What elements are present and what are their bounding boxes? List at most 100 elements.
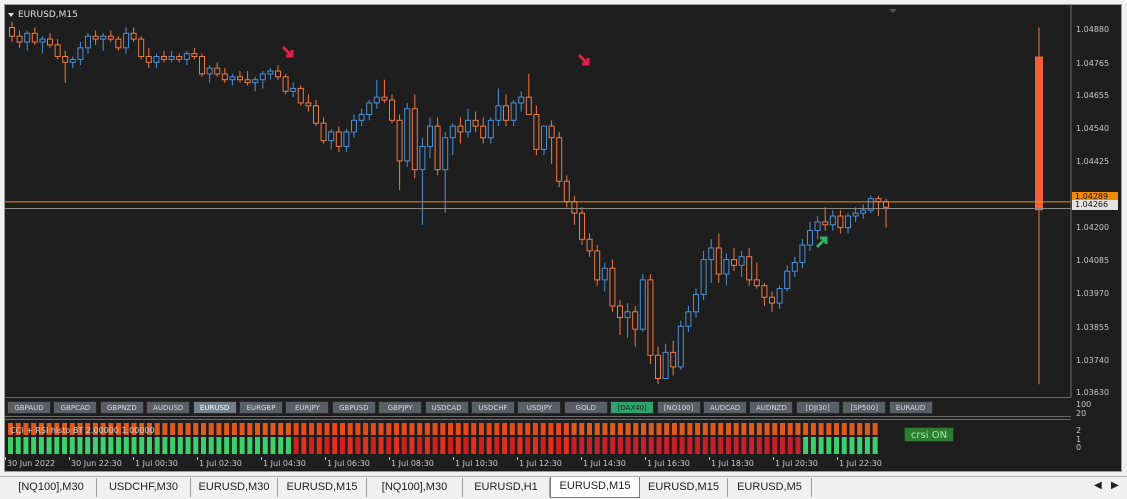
chart-tab[interactable]: EURUSD,M15 (640, 478, 728, 497)
histogram-bar (270, 437, 276, 454)
histogram-bar (656, 437, 662, 454)
candle-body (214, 67, 221, 75)
candle-body (85, 35, 91, 49)
symbol-button-gold[interactable]: GOLD (563, 401, 608, 414)
symbol-button-gbpcad[interactable]: GBPCAD (53, 401, 98, 414)
histogram-bar (602, 423, 608, 435)
symbol-button-usdchf[interactable]: USDCHF (471, 401, 515, 414)
candle-body (845, 215, 851, 229)
symbol-button-audnzd[interactable]: AUDNZD (749, 401, 794, 414)
histogram-bar (664, 423, 670, 435)
histogram-bar (162, 437, 168, 454)
time-axis[interactable]: 30 Jun 2022 30 Jun 22:30 1 Jul 00:30 1 Jul … (5, 457, 1071, 471)
symbol-button-gbpaud[interactable]: GBPAUD (7, 401, 51, 414)
indicator-label: CCI + RSI histo BT 2.00000 1.00000 (10, 426, 155, 435)
symbol-button-sp500[interactable]: [SP500] (842, 401, 887, 414)
candle-body (427, 125, 433, 147)
chart-tab[interactable]: EURUSD,M5 (728, 478, 812, 497)
crsi-toggle-button[interactable]: crsi ON (904, 427, 954, 442)
candle-body (586, 238, 593, 252)
candle-body (776, 288, 783, 304)
histogram-bar (324, 423, 330, 435)
symbol-button-gbpjpy[interactable]: GBPJPY (378, 401, 423, 414)
histogram-bar (247, 437, 253, 454)
histogram-bar (270, 423, 276, 435)
symbol-button-nq100[interactable]: [NQ100] (656, 401, 701, 414)
symbol-button-eurjpy[interactable]: EURJPY (285, 401, 330, 414)
symbol-button-eurusd[interactable]: EURUSD (192, 401, 237, 414)
histogram-bar (710, 437, 716, 454)
symbol-button-dax40[interactable]: [DAX40] (610, 401, 655, 414)
indicator-panel[interactable]: CCI + RSI histo BT 2.00000 1.00000 crsi … (5, 419, 1071, 457)
scroll-left-icon[interactable]: ◀ (1094, 480, 1102, 491)
chart-area[interactable]: EURUSD,M15 1.04880 1.04765 1.04655 1.04540 1… (4, 4, 1122, 472)
candle-body (31, 32, 38, 43)
histogram-bar (494, 437, 500, 454)
time-axis-label: 1 Jul 04:30 (263, 459, 306, 468)
histogram-bar (563, 423, 569, 435)
candle-body (617, 305, 623, 319)
price-axis-label: 1.04655 (1076, 90, 1110, 100)
symbol-button-dji30[interactable]: [DJI30] (795, 401, 840, 414)
symbol-button-gbpnzd[interactable]: GBPNZD (99, 401, 144, 414)
symbol-button-audcad[interactable]: AUDCAD (703, 401, 747, 414)
symbol-button-euraud[interactable]: EURAUD (888, 401, 933, 414)
chart-tab[interactable]: EURUSD,H1 (463, 478, 550, 497)
histogram-bar (718, 437, 724, 454)
candle-body (328, 131, 335, 142)
candle-body (799, 244, 806, 263)
histogram-bar (587, 423, 592, 435)
histogram-bar (139, 437, 145, 454)
histogram-bar (108, 437, 114, 454)
symbol-button-audusd[interactable]: AUDUSD (146, 401, 191, 414)
histogram-bar (834, 423, 840, 435)
histogram-bar (725, 423, 731, 435)
histogram-bar (695, 423, 701, 435)
histogram-bar (556, 437, 562, 454)
price-axis-label: 1.03855 (1076, 322, 1110, 332)
chart-tab[interactable]: [NQ100],M30 (6, 478, 97, 497)
chart-tab[interactable]: EURUSD,M30 (191, 478, 278, 497)
histogram-bar (702, 437, 708, 454)
candle-body (738, 256, 745, 266)
symbol-button-gbpusd[interactable]: GBPUSD (331, 401, 376, 414)
symbol-button-eurgbp[interactable]: EURGBP (239, 401, 283, 414)
indicator-axis-label: 100 (1076, 400, 1092, 409)
symbol-button-usdcad[interactable]: USDCAD (424, 401, 469, 414)
histogram-bar (123, 437, 129, 454)
chart-tab[interactable]: USDCHF,M30 (97, 478, 191, 497)
chart-tab[interactable]: EURUSD,M15 (550, 477, 640, 498)
price-chart[interactable] (5, 5, 1121, 397)
chart-tab[interactable]: [NQ100],M30 (367, 478, 463, 497)
histogram-bar (193, 423, 199, 435)
histogram-bar (741, 437, 747, 454)
time-axis-label: 1 Jul 00:30 (135, 459, 178, 468)
candle-body (24, 32, 31, 43)
symbol-button-usdjpy[interactable]: USDJPY (517, 401, 562, 414)
histogram-bar (548, 423, 554, 435)
candle-body (579, 212, 585, 240)
candle-body (252, 79, 259, 84)
candle-body (343, 131, 350, 147)
chart-tab[interactable]: EURUSD,M15 (278, 478, 367, 497)
histogram-bar (725, 437, 731, 454)
histogram-bar (718, 423, 724, 435)
histogram-bar (841, 437, 847, 454)
dropdown-triangle-icon[interactable] (8, 12, 14, 17)
candle-body (761, 285, 768, 298)
candle-body (237, 76, 243, 81)
time-axis-label: 1 Jul 20:30 (775, 459, 818, 468)
candle-body (601, 267, 608, 281)
histogram-bar (494, 423, 500, 435)
time-axis-tick (645, 457, 646, 460)
histogram-bar (849, 423, 855, 435)
histogram-bar (424, 437, 430, 454)
candle-body (381, 96, 388, 101)
histogram-bar (386, 423, 392, 435)
scroll-right-icon[interactable]: ▶ (1111, 480, 1119, 491)
candle-body (594, 250, 601, 281)
histogram-bar (594, 437, 600, 454)
histogram-bar (579, 437, 585, 454)
candle-body (457, 125, 464, 133)
histogram-bar (332, 437, 338, 454)
